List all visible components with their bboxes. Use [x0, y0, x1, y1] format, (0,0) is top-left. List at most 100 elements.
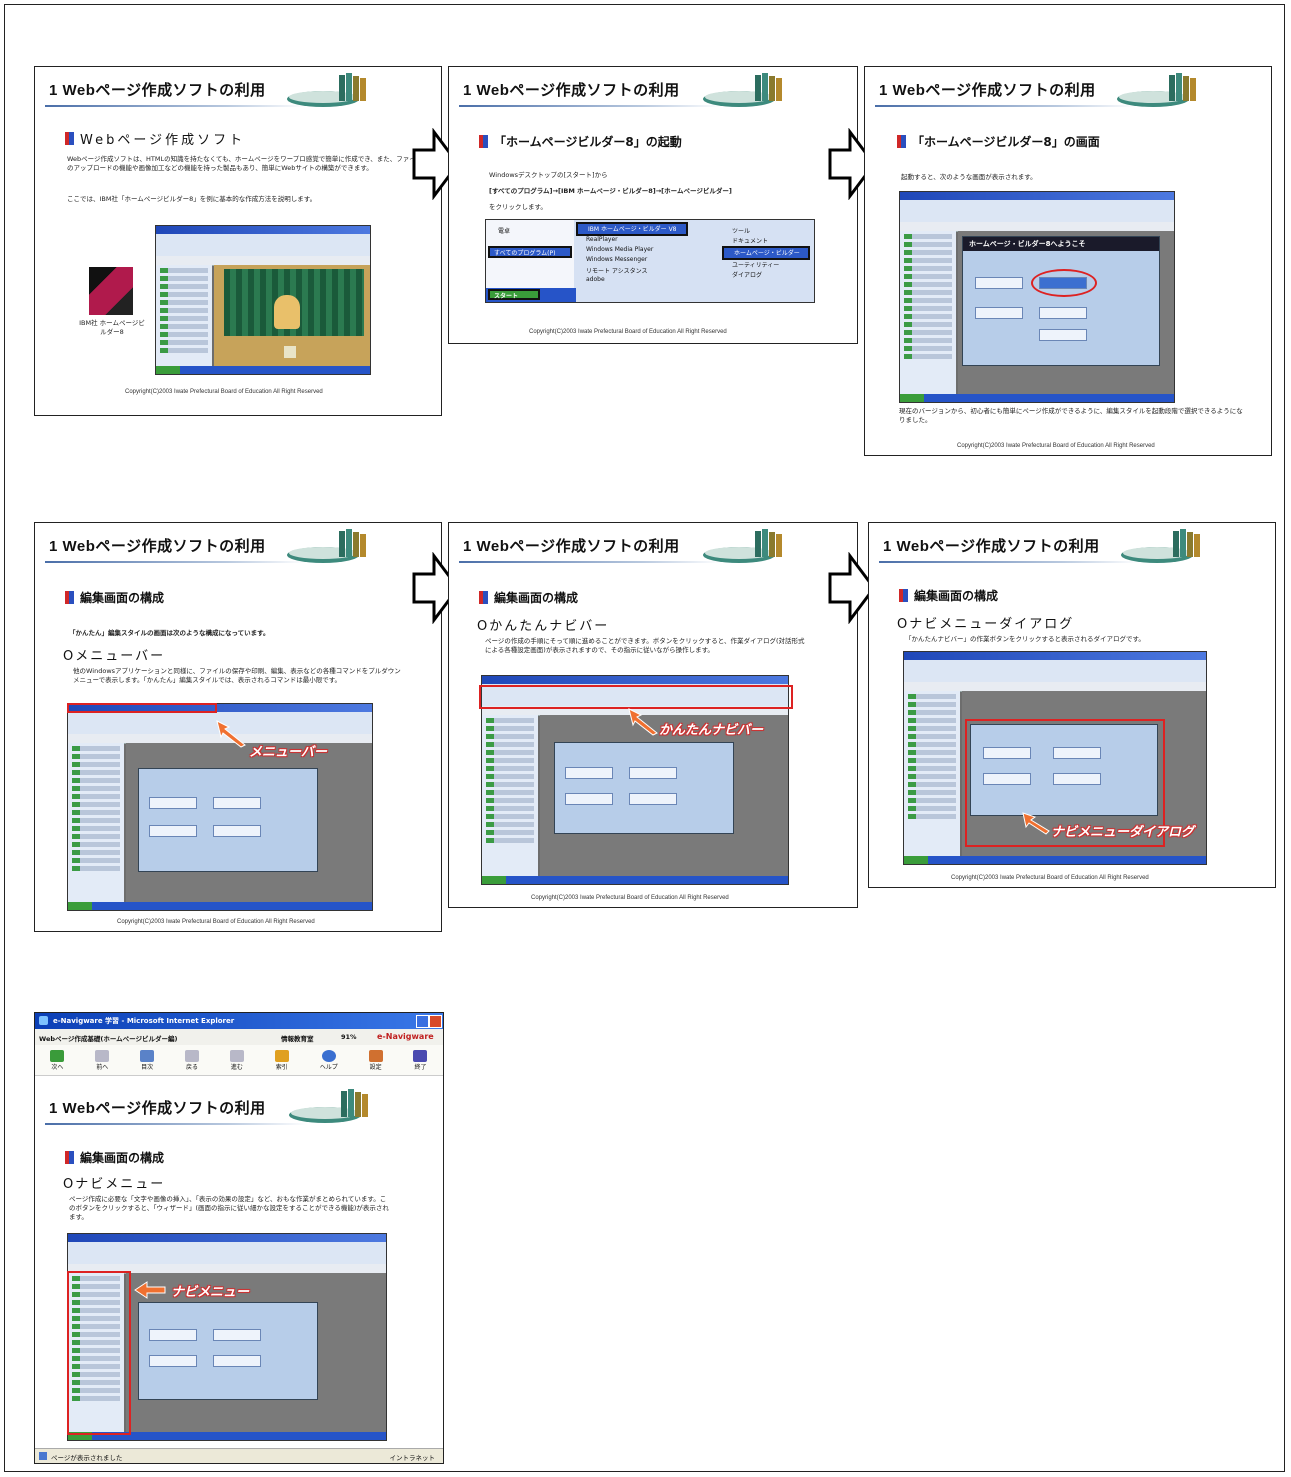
- pointer-arrow-icon: [1022, 812, 1050, 835]
- start-menu-screenshot: 電卓 すべてのプログラム(P) スタート IBM ホームページ・ビルダー V8 …: [485, 219, 815, 303]
- slide-subheading: Oかんたんナビバー: [477, 619, 610, 634]
- zone-text: イントラネット: [389, 1454, 436, 1462]
- toolbar-button-prev[interactable]: 前へ: [95, 1049, 110, 1071]
- dialog-button[interactable]: [1039, 329, 1087, 341]
- slide-heading: 編集画面の構成: [479, 589, 578, 606]
- welcome-dialog: ホームページ・ビルダー8へようこそ: [962, 236, 1160, 366]
- slide-intro: 「かんたん」編集スタイルの画面は次のような構成になっています。: [69, 629, 270, 637]
- dialog-button[interactable]: [213, 1355, 261, 1367]
- slide-title: 1 Webページ作成ソフトの利用: [49, 538, 266, 555]
- copyright: Copyright(C)2003 Iwate Prefectural Board…: [125, 389, 323, 395]
- slide-title: 1 Webページ作成ソフトの利用: [49, 1100, 266, 1117]
- minimize-button[interactable]: [416, 1015, 429, 1028]
- settings-icon: [368, 1049, 383, 1062]
- menu-item[interactable]: Windows Messenger: [576, 256, 688, 266]
- toolbar-button-next[interactable]: 次へ: [50, 1049, 65, 1071]
- index-icon: [140, 1049, 155, 1062]
- callout-label: ナビメニューダイアログ: [1051, 825, 1195, 840]
- menu-item[interactable]: IBM ホームページ・ビルダー V8: [576, 222, 688, 236]
- menu-item[interactable]: adobe: [576, 276, 688, 286]
- toolbar-button-search[interactable]: 索引: [274, 1049, 289, 1071]
- menu-item[interactable]: リモート アシスタンス: [576, 266, 688, 276]
- dialog-button[interactable]: [975, 277, 1023, 289]
- books-icon: [1121, 529, 1200, 563]
- pointer-arrow-icon: [134, 1281, 166, 1299]
- dialog-button[interactable]: [213, 1329, 261, 1341]
- title-rule: [45, 1123, 307, 1125]
- menu-item[interactable]: ユーティリティー: [722, 260, 810, 270]
- dialog-button[interactable]: [149, 1329, 197, 1341]
- toolbar-button-exit[interactable]: 終了: [413, 1049, 428, 1071]
- dialog-button[interactable]: [149, 1355, 197, 1367]
- toolbar-button-forward[interactable]: 進む: [229, 1049, 244, 1071]
- toolbar-button-index[interactable]: 目次: [140, 1049, 155, 1071]
- slide-7-browser-window: e-Navigware 学習 - Microsoft Internet Expl…: [34, 1012, 444, 1464]
- search-icon: [274, 1049, 289, 1062]
- menu-item[interactable]: RealPlayer: [576, 236, 688, 246]
- menu-item[interactable]: Windows Media Player: [576, 246, 688, 256]
- copyright: Copyright(C)2003 Iwate Prefectural Board…: [951, 875, 1149, 881]
- instruction-line: をクリックします。: [489, 203, 547, 211]
- navigation-toolbar: 次へ 前へ 目次 戻る 進む 索引 ヘルプ 設定 終了: [35, 1045, 443, 1076]
- slide-heading: 「ホームページビルダー8」の起動: [479, 133, 682, 150]
- title-rule: [45, 105, 305, 107]
- brand-logo: e-Navigware: [377, 1032, 434, 1041]
- copyright: Copyright(C)2003 Iwate Prefectural Board…: [529, 329, 727, 335]
- status-text: ページが表示されました: [51, 1454, 123, 1462]
- slide-subheading: Oメニューバー: [63, 649, 166, 664]
- slide-heading: 編集画面の構成: [65, 589, 164, 606]
- prev-icon: [95, 1049, 110, 1062]
- toolbar-button-back[interactable]: 戻る: [185, 1049, 200, 1071]
- dialog-button[interactable]: [213, 797, 261, 809]
- dialog-button[interactable]: [629, 767, 677, 779]
- dialog-button[interactable]: [629, 793, 677, 805]
- toolbar-button-settings[interactable]: 設定: [368, 1049, 383, 1071]
- pointer-arrow-icon: [216, 720, 246, 748]
- highlight-box: [67, 703, 217, 713]
- pencil-icon: [65, 591, 74, 604]
- dialog-button[interactable]: [565, 793, 613, 805]
- slide-3: 1 Webページ作成ソフトの利用 「ホームページビルダー8」の画面 起動すると、…: [864, 66, 1272, 456]
- menu-item[interactable]: ツール: [722, 226, 810, 236]
- product-box-image: [89, 267, 133, 315]
- title-rule: [879, 561, 1139, 563]
- highlight-box: [67, 1271, 131, 1435]
- progress-label: 91%: [341, 1033, 357, 1041]
- menu-item[interactable]: すべてのプログラム(P): [488, 246, 572, 258]
- dialog-button[interactable]: [213, 825, 261, 837]
- start-button[interactable]: スタート: [488, 289, 540, 300]
- slide-paragraph: ここでは、IBM社「ホームページビルダー8」を例に基本的な作成方法を説明します。: [67, 195, 317, 203]
- slide-heading: Webページ作成ソフト: [65, 129, 245, 148]
- slide-title: 1 Webページ作成ソフトの利用: [463, 538, 680, 555]
- slide-heading: 「ホームページビルダー8」の画面: [897, 133, 1100, 150]
- status-bar: ページが表示されました イントラネット: [35, 1448, 443, 1463]
- highlight-box: [479, 685, 793, 709]
- pencil-icon: [897, 135, 906, 148]
- slide-4: 1 Webページ作成ソフトの利用 編集画面の構成 「かんたん」編集スタイルの画面…: [34, 522, 442, 932]
- dialog-button[interactable]: [149, 825, 197, 837]
- menu-item[interactable]: ホームページ・ビルダー: [722, 246, 810, 260]
- product-caption: IBM社 ホームページビルダー8: [79, 319, 145, 336]
- copyright: Copyright(C)2003 Iwate Prefectural Board…: [117, 919, 315, 925]
- title-rule: [459, 561, 721, 563]
- menu-item[interactable]: 電卓: [498, 226, 510, 235]
- title-rule: [875, 105, 1135, 107]
- window-title: e-Navigware 学習 - Microsoft Internet Expl…: [53, 1017, 235, 1025]
- pointer-arrow-icon: [628, 708, 658, 736]
- slide-paragraph: ページ作成に必要な「文字や画像の挿入」、「表示の効果の設定」など、おもな作業がま…: [69, 1195, 389, 1221]
- dialog-title: ホームページ・ビルダー8へようこそ: [963, 237, 1159, 251]
- close-button[interactable]: [429, 1015, 442, 1028]
- slide-paragraph: Webページ作成ソフトは、HTMLの知識を持たなくても、ホームページをワープロ感…: [67, 155, 423, 172]
- navi-dialog: [138, 768, 318, 872]
- dialog-button[interactable]: [565, 767, 613, 779]
- menu-item[interactable]: ダイアログ: [722, 270, 810, 280]
- slide-6: 1 Webページ作成ソフトの利用 編集画面の構成 Oナビメニューダイアログ 「か…: [868, 522, 1276, 888]
- menu-item[interactable]: ドキュメント: [722, 236, 810, 246]
- books-icon: [289, 1089, 368, 1123]
- dialog-button[interactable]: [975, 307, 1023, 319]
- dialog-button[interactable]: [1039, 307, 1087, 319]
- dialog-button[interactable]: [149, 797, 197, 809]
- callout-label: メニューバー: [249, 745, 327, 760]
- window-titlebar: e-Navigware 学習 - Microsoft Internet Expl…: [35, 1013, 443, 1029]
- toolbar-button-help[interactable]: ヘルプ: [320, 1049, 338, 1071]
